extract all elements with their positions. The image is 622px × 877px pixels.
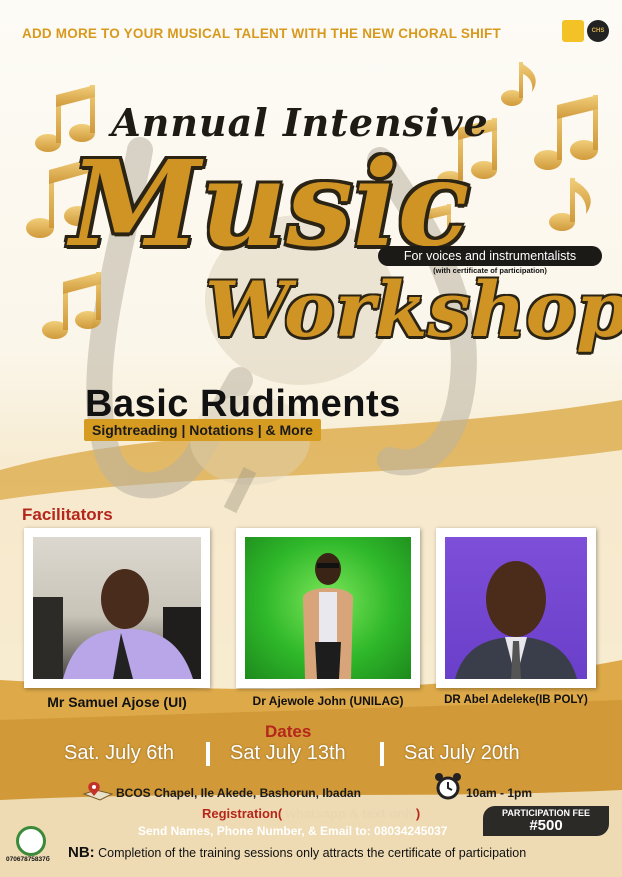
registration-label-start: Registration(	[202, 806, 283, 821]
top-banner: ADD MORE TO YOUR MUSICAL TALENT WITH THE…	[22, 26, 501, 41]
facilitators-heading: Facilitators	[22, 505, 113, 524]
facilitator-name-2: Dr Ajewole John (UNILAG)	[252, 694, 404, 708]
avatar	[245, 537, 411, 679]
avatar	[33, 537, 201, 679]
session-time: 10am - 1pm	[466, 786, 533, 800]
poster: ADD MORE TO YOUR MUSICAL TALENT WITH THE…	[0, 0, 622, 877]
venue-address: BCOS Chapel, Ile Akede, Bashorun, Ibadan	[116, 786, 361, 800]
avatar	[445, 537, 587, 679]
date-3: Sat July 20th	[404, 742, 520, 764]
registration-label: Registration( whatsapp & text only)	[202, 806, 420, 821]
registration-label-end: )	[415, 806, 421, 821]
facilitator-photo-2	[236, 528, 420, 688]
audience-pill: For voices and instrumentalists	[378, 246, 602, 266]
fee-amount: #500	[529, 817, 563, 834]
organizer-logos: CHS	[562, 20, 609, 42]
facilitator-photo-1	[24, 528, 210, 688]
certificate-note: (with certificate of participation)	[433, 266, 547, 275]
date-2: Sat July 13th	[230, 742, 346, 764]
course-topics: Sightreading | Notations | & More	[84, 419, 321, 441]
facilitator-photo-3	[436, 528, 596, 688]
date-separator	[206, 742, 210, 766]
church-logo-icon	[16, 826, 46, 856]
alarm-clock-icon	[435, 773, 461, 800]
choral-logo-icon: CHS	[587, 20, 609, 42]
facilitator-name-1: Mr Samuel Ajose (UI)	[47, 694, 187, 710]
nb-text: Completion of the training sessions only…	[94, 846, 527, 860]
organizer-logo-icon	[562, 20, 584, 42]
participation-fee-badge: PARTICIPATION FEE #500	[483, 806, 609, 836]
footer-note: NB: Completion of the training sessions …	[68, 844, 526, 861]
dates-heading: Dates	[265, 722, 312, 741]
registration-instructions: Send Names, Phone Number, & Email to: 08…	[138, 824, 448, 838]
date-separator	[380, 742, 384, 766]
map-pin-icon	[82, 782, 114, 801]
footer-phone: 07067875837б	[6, 856, 50, 863]
music-note-icon	[534, 95, 598, 170]
title-workshop: Workshop	[205, 265, 622, 354]
registration-label-highlight: whatsapp & text only	[282, 806, 416, 821]
date-1: Sat. July 6th	[64, 742, 175, 764]
music-note-icon	[549, 178, 591, 231]
facilitator-name-3: DR Abel Adeleke(IB POLY)	[444, 694, 588, 706]
nb-label: NB:	[68, 844, 95, 861]
